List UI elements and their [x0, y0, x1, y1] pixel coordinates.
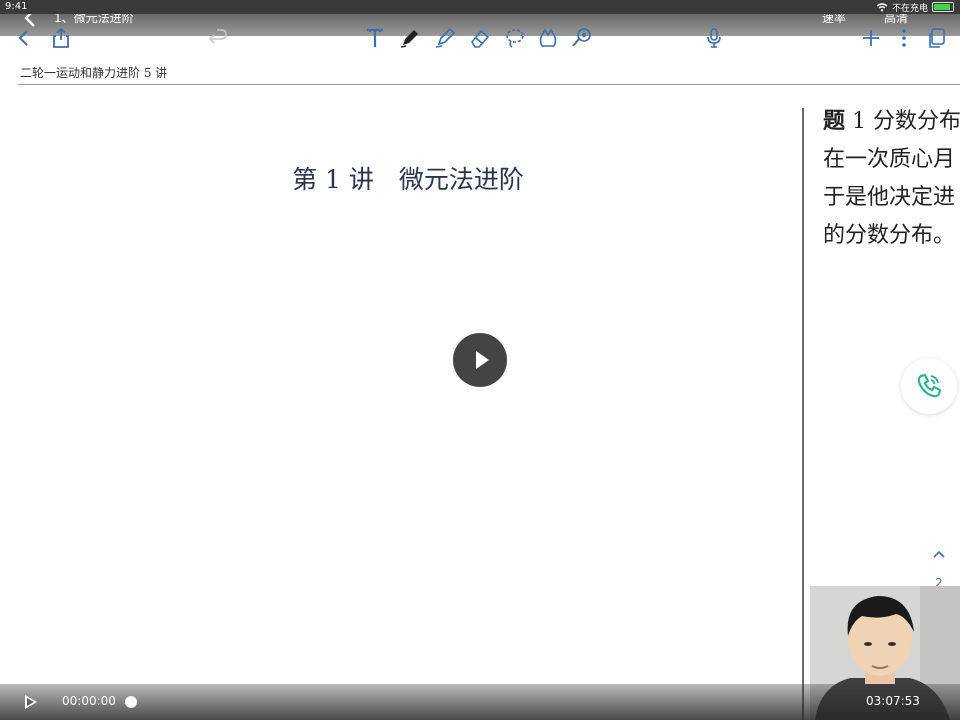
problem-title-line: 题 1 分数分布	[823, 102, 960, 141]
header-divider	[18, 84, 960, 85]
phone-call-button[interactable]	[901, 358, 957, 414]
lecture-title: 第 1 讲 微元法进阶	[292, 165, 524, 194]
pages-icon[interactable]	[925, 26, 949, 50]
wifi-icon	[876, 2, 888, 11]
phone-icon	[917, 373, 942, 398]
magic-pen-icon[interactable]	[569, 26, 593, 50]
microphone-icon[interactable]	[702, 26, 726, 50]
page-up-icon[interactable]	[931, 548, 947, 560]
next-page-preview: 题 1 分数分布 在一次质心月 于是他决定进 的分数分布。	[823, 102, 960, 255]
battery-icon	[932, 2, 954, 12]
lasso-icon[interactable]	[502, 26, 526, 50]
document-header: 二轮一运动和静力进阶 5 讲	[20, 66, 168, 80]
problem-heading: 1 分数分布	[845, 109, 960, 134]
status-time: 9:41	[5, 1, 28, 12]
play-pause-button[interactable]	[25, 695, 37, 709]
total-time: 03:07:53	[866, 694, 920, 708]
eraser-icon[interactable]	[468, 26, 492, 50]
shape-icon[interactable]	[536, 26, 560, 50]
highlighter-icon[interactable]	[433, 26, 457, 50]
add-page-icon[interactable]	[859, 26, 883, 50]
pen-icon[interactable]	[398, 26, 422, 50]
problem-label: 题	[823, 108, 846, 134]
charging-status: 不在充电	[891, 3, 928, 14]
more-icon[interactable]	[892, 26, 916, 50]
progress-knob[interactable]	[125, 696, 137, 708]
undo-icon[interactable]	[206, 26, 230, 50]
text-tool-icon[interactable]	[363, 26, 387, 50]
problem-line: 的分数分布。	[823, 223, 956, 248]
page-divider	[802, 108, 804, 720]
notes-toolbar	[0, 20, 960, 56]
status-bar: 9:41 不在充电	[0, 0, 960, 14]
problem-line: 于是他决定进	[823, 185, 956, 210]
share-icon[interactable]	[49, 26, 73, 50]
status-indicators: 不在充电	[876, 0, 954, 14]
problem-line: 在一次质心月	[823, 147, 956, 172]
current-time: 00:00:00	[62, 694, 116, 708]
play-button[interactable]	[453, 333, 507, 387]
video-control-bar: 00:00:00 03:07:53	[0, 684, 960, 720]
back-icon[interactable]	[12, 26, 36, 50]
